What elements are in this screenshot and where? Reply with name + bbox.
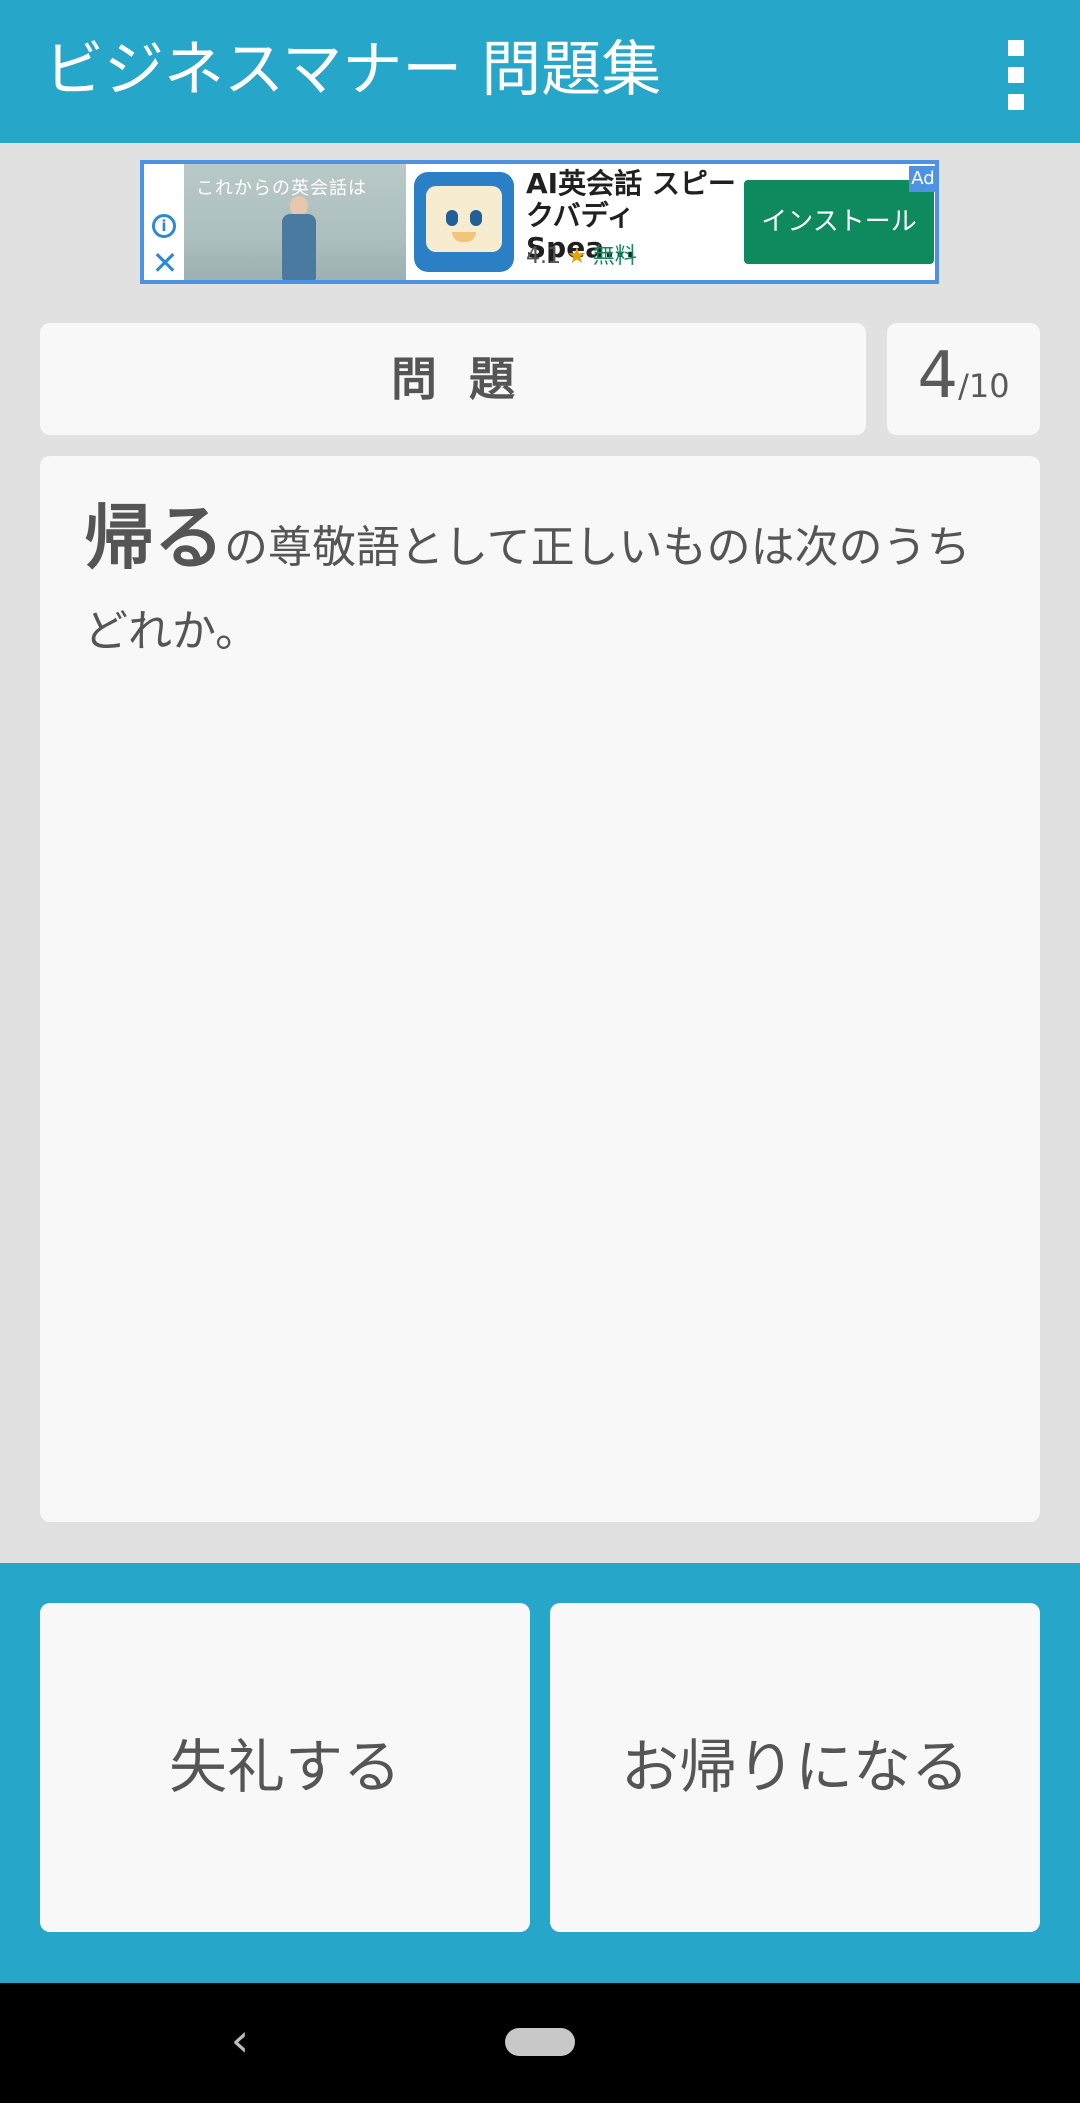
app-title: ビジネスマナー 問題集 [44,35,662,105]
app-bar: ビジネスマナー 問題集 [0,0,1080,143]
question-text: 帰るの尊敬語として正しいものは次のうちどれか。 [84,496,1004,674]
ad-price: 無料 [592,244,637,269]
question-keyword: 帰る [84,497,224,579]
system-nav-bar: ‹ [0,1983,1080,2103]
progress-counter: 4/10 [887,339,1040,413]
ad-close-icon[interactable]: ✕ [150,247,180,279]
question-card: 帰るの尊敬語として正しいものは次のうちどれか。 [40,456,1040,1522]
answer-button-2[interactable]: お帰りになる [550,1603,1040,1932]
question-progress: 4/10 [887,323,1040,435]
overflow-menu-icon[interactable] [986,40,1046,110]
progress-total: /10 [958,367,1010,405]
back-icon[interactable]: ‹ [220,2015,260,2065]
star-icon: ★ [567,244,587,269]
answer-area: 失礼する お帰りになる [0,1563,1080,1983]
question-label: 問題 [391,352,547,406]
ad-rating-value: 4.1 [526,244,561,269]
ad-app-icon[interactable] [414,172,514,272]
progress-current: 4 [917,339,959,413]
ad-banner[interactable]: i ✕ これからの英会話は AI英会話 スピークバディ Spea... 4.1 ★… [140,160,939,284]
ad-rating: 4.1 ★ 無料 [526,238,637,270]
home-pill-icon[interactable] [505,2028,575,2056]
ad-install-button[interactable]: インストール [744,180,934,264]
ad-info-icon[interactable]: i [152,214,176,238]
ad-image[interactable]: これからの英会話は [184,164,406,280]
ad-controls: i ✕ [144,164,184,280]
ad-badge: Ad [909,166,935,192]
ad-person-image [278,196,320,280]
answer-button-1[interactable]: 失礼する [40,1603,530,1932]
question-header: 問題 [40,323,866,435]
